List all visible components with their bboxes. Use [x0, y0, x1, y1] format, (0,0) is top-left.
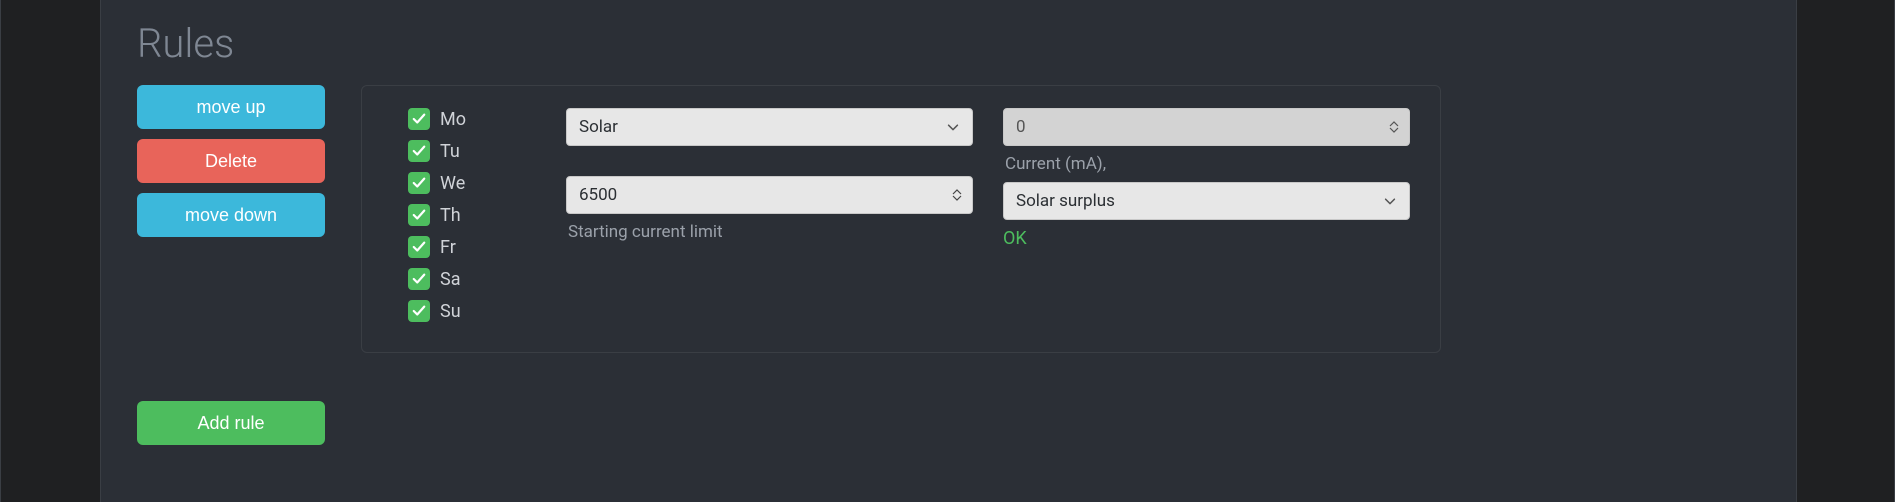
day-row: Su: [408, 300, 466, 322]
day-label: Su: [440, 301, 461, 322]
check-icon: [412, 176, 426, 190]
check-icon: [412, 304, 426, 318]
day-row: Th: [408, 204, 466, 226]
day-checkbox-tu[interactable]: [408, 140, 430, 162]
days-column: Mo Tu We Th: [408, 108, 466, 322]
chevron-down-icon: [952, 195, 962, 201]
day-label: Th: [440, 205, 461, 226]
current-input[interactable]: 0: [1003, 108, 1410, 146]
page-title: Rules: [137, 20, 1760, 67]
delete-button[interactable]: Delete: [137, 139, 325, 183]
day-checkbox-mo[interactable]: [408, 108, 430, 130]
day-label: Tu: [440, 141, 460, 162]
day-checkbox-sa[interactable]: [408, 268, 430, 290]
chevron-down-icon: [1383, 194, 1397, 208]
day-row: Mo: [408, 108, 466, 130]
check-icon: [412, 144, 426, 158]
move-down-button[interactable]: move down: [137, 193, 325, 237]
day-label: Mo: [440, 109, 466, 130]
day-checkbox-su[interactable]: [408, 300, 430, 322]
chevron-down-icon: [946, 120, 960, 134]
day-row: Tu: [408, 140, 466, 162]
check-icon: [412, 240, 426, 254]
add-rule-button[interactable]: Add rule: [137, 401, 325, 445]
check-icon: [412, 272, 426, 286]
current-label: Current (mA),: [1003, 154, 1410, 174]
side-button-column: move up Delete move down Add rule: [137, 85, 325, 445]
day-checkbox-th[interactable]: [408, 204, 430, 226]
day-label: Fr: [440, 237, 456, 258]
day-checkbox-we[interactable]: [408, 172, 430, 194]
check-icon: [412, 208, 426, 222]
day-row: Sa: [408, 268, 466, 290]
chevron-down-icon: [1389, 127, 1399, 133]
rule-card: Mo Tu We Th: [361, 85, 1441, 353]
number-spinner[interactable]: [1385, 115, 1403, 139]
status-label: OK: [1003, 228, 1410, 249]
number-spinner[interactable]: [948, 183, 966, 207]
surplus-select[interactable]: Solar surplus: [1003, 182, 1410, 220]
check-icon: [412, 112, 426, 126]
day-row: Fr: [408, 236, 466, 258]
day-checkbox-fr[interactable]: [408, 236, 430, 258]
starting-current-label: Starting current limit: [566, 222, 973, 242]
starting-current-value: 6500: [579, 185, 617, 205]
day-row: We: [408, 172, 466, 194]
day-label: Sa: [440, 269, 460, 290]
move-up-button[interactable]: move up: [137, 85, 325, 129]
mode-select-value: Solar: [579, 117, 618, 137]
current-value: 0: [1016, 117, 1026, 137]
surplus-select-value: Solar surplus: [1016, 191, 1115, 211]
starting-current-input[interactable]: 6500: [566, 176, 973, 214]
mode-select[interactable]: Solar: [566, 108, 973, 146]
day-label: We: [440, 173, 465, 194]
